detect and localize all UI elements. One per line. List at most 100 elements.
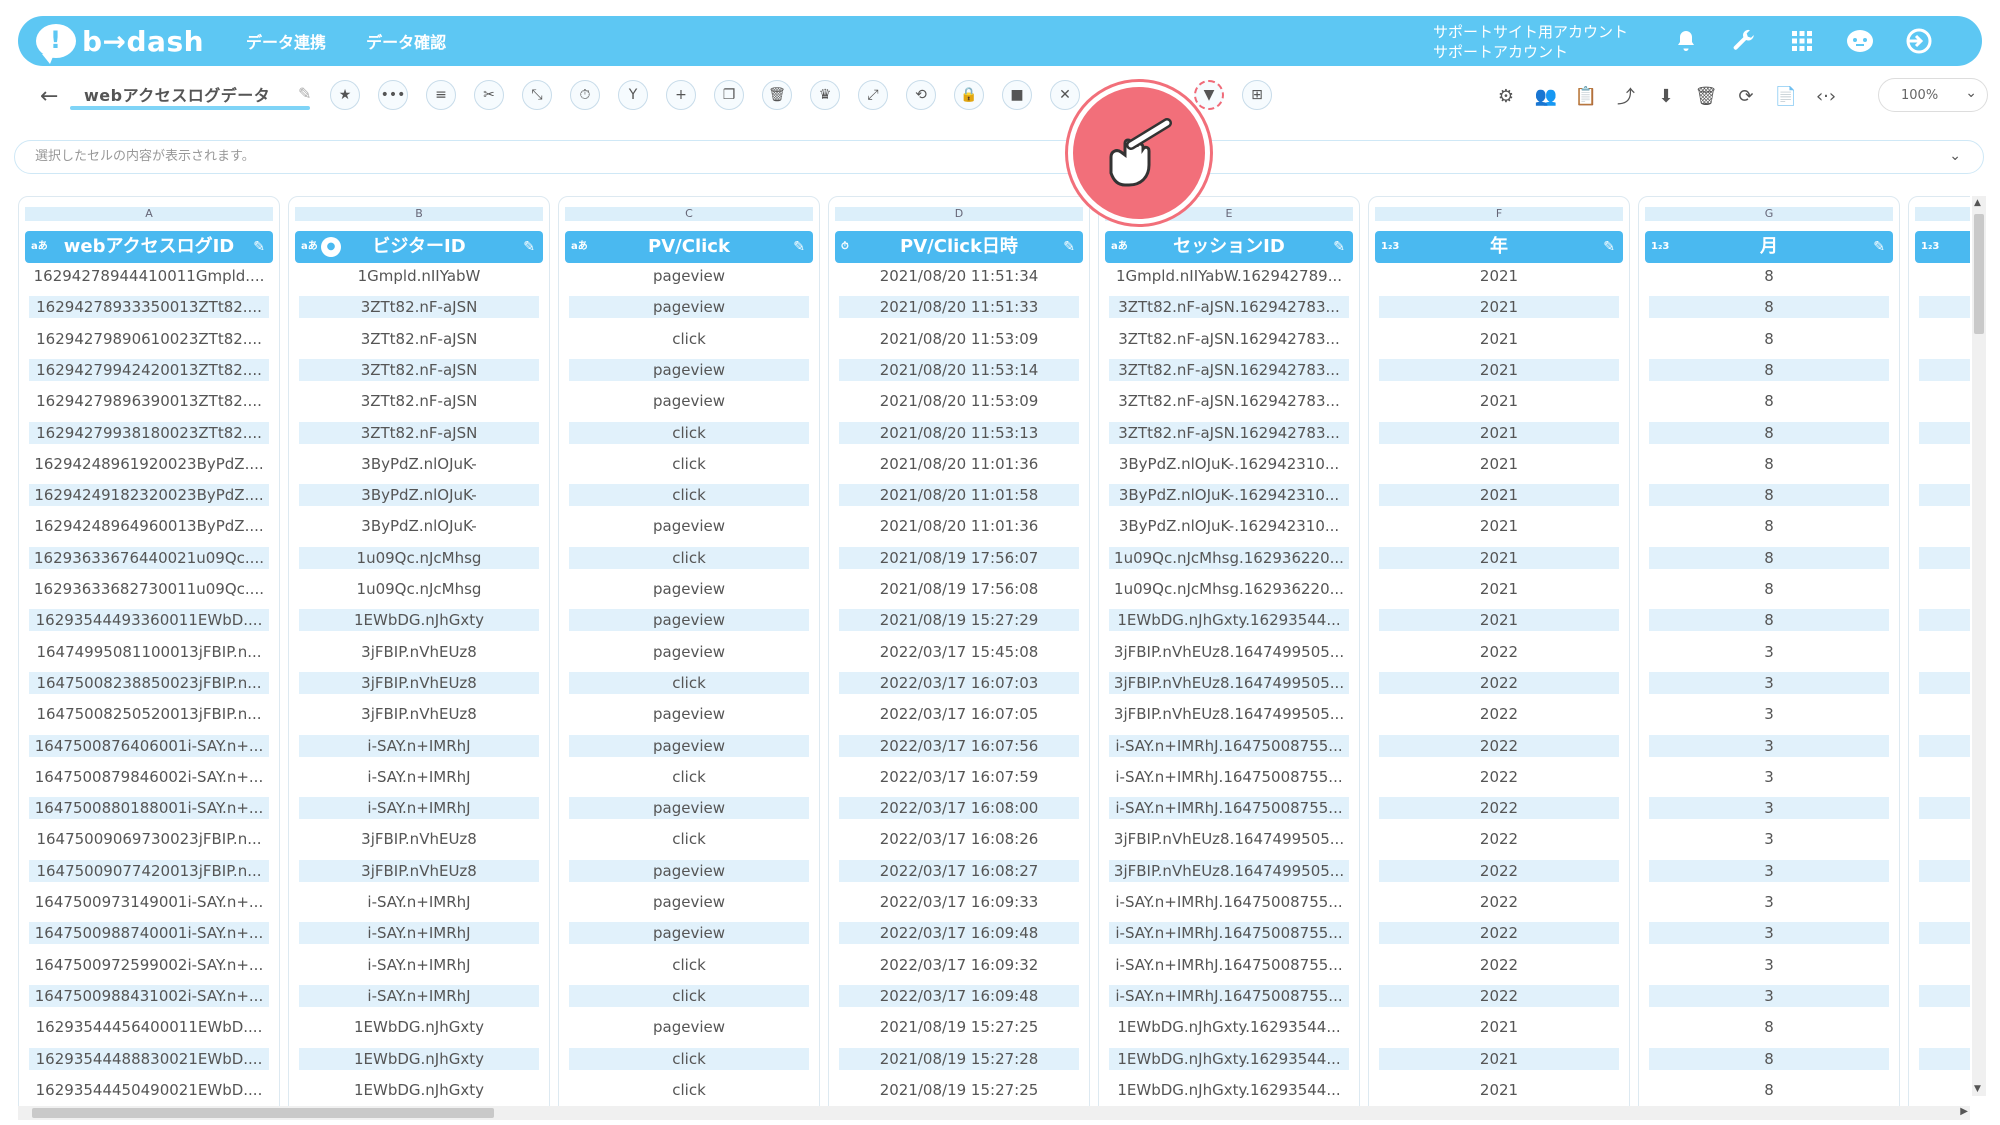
scroll-down-icon[interactable]: ▼ <box>1974 1084 1981 1094</box>
table-cell[interactable]: 1u09Qc.nJcMhsg <box>299 578 539 600</box>
table-cell[interactable]: click <box>569 671 809 694</box>
table-cell[interactable]: pageview <box>569 265 809 287</box>
table-cell[interactable]: 2021 <box>1379 328 1619 350</box>
table-cell[interactable]: 2022 <box>1379 859 1619 882</box>
vertical-scroll-thumb[interactable] <box>1974 214 1984 334</box>
table-cell[interactable]: click <box>569 421 809 444</box>
table-cell[interactable]: i-SAY.n+IMRhJ.16475008755... <box>1109 797 1349 820</box>
table-cell[interactable]: click <box>569 1047 809 1070</box>
edit-column-pencil-icon[interactable]: ✎ <box>1333 231 1345 263</box>
table-cell[interactable]: 3 <box>1649 641 1889 663</box>
table-cell[interactable]: i-SAY.n+IMRhJ <box>299 922 539 945</box>
table-cell[interactable]: click <box>569 984 809 1007</box>
table-cell[interactable]: i-SAY.n+IMRhJ <box>299 766 539 788</box>
table-cell[interactable]: 2022/03/17 16:07:59 <box>839 766 1079 788</box>
column-letter[interactable]: D <box>835 207 1083 221</box>
table-cell[interactable]: i-SAY.n+IMRhJ.16475008755... <box>1109 954 1349 976</box>
copy-icon[interactable]: ❐ <box>714 80 744 110</box>
table-cell[interactable]: 2021 <box>1379 358 1619 381</box>
edit-column-pencil-icon[interactable]: ✎ <box>253 231 265 263</box>
table-cell[interactable]: 2021 <box>1379 515 1619 537</box>
table-cell[interactable]: 2021 <box>1379 546 1619 569</box>
table-cell[interactable]: 1EWbDG.nJhGxty.16293544... <box>1109 1047 1349 1070</box>
crown-icon[interactable]: ♛ <box>810 80 840 110</box>
add-icon[interactable]: + <box>666 80 696 110</box>
table-cell[interactable]: click <box>569 766 809 788</box>
table-cell[interactable]: 1u09Qc.nJcMhsg <box>299 546 539 569</box>
table-cell[interactable]: 3jFBIP.nVhEUz8 <box>299 671 539 694</box>
table-cell[interactable]: pageview <box>569 703 809 725</box>
table-cell[interactable]: 2022/03/17 16:09:32 <box>839 954 1079 976</box>
column-letter[interactable]: C <box>565 207 813 221</box>
column-letter[interactable]: G <box>1645 207 1893 221</box>
table-cell[interactable]: 2022 <box>1379 766 1619 788</box>
table-cell[interactable] <box>1919 891 1970 913</box>
table-cell[interactable]: 8 <box>1649 358 1889 381</box>
table-cell[interactable]: pageview <box>569 515 809 537</box>
table-cell[interactable] <box>1919 265 1970 287</box>
table-cell[interactable]: i-SAY.n+IMRhJ <box>299 891 539 913</box>
table-cell[interactable]: 2022 <box>1379 734 1619 757</box>
table-cell[interactable]: 2021/08/19 15:27:25 <box>839 1016 1079 1038</box>
table-cell[interactable]: pageview <box>569 734 809 757</box>
table-cell[interactable]: 3ByPdZ.nlOJuK- <box>299 453 539 475</box>
table-cell[interactable]: 16293544488830021EWbD.... <box>29 1047 269 1070</box>
nav-data-integration[interactable]: データ連携 <box>246 29 326 53</box>
table-cell[interactable]: 16294248964960013ByPdZ.... <box>29 515 269 537</box>
table-cell[interactable]: click <box>569 828 809 850</box>
table-cell[interactable]: 3jFBIP.nVhEUz8 <box>299 703 539 725</box>
table-cell[interactable]: 1647500880188001i-SAY.n+... <box>29 797 269 820</box>
table-cell[interactable]: 8 <box>1649 1016 1889 1038</box>
table-cell[interactable]: 1EWbDG.nJhGxty.16293544... <box>1109 1079 1349 1101</box>
table-cell[interactable]: 3ZTt82.nF-aJSN <box>299 296 539 319</box>
table-cell[interactable] <box>1919 797 1970 820</box>
column-header[interactable]: 1₂3 月 ✎ <box>1645 231 1893 263</box>
table-cell[interactable]: 2022/03/17 16:08:27 <box>839 859 1079 882</box>
table-cell[interactable]: 16293544456400011EWbD.... <box>29 1016 269 1038</box>
table-cell[interactable]: 3jFBIP.nVhEUz8.1647499505... <box>1109 703 1349 725</box>
table-cell[interactable]: pageview <box>569 296 809 319</box>
table-cell[interactable]: 2021/08/20 11:01:36 <box>839 515 1079 537</box>
table-cell[interactable]: 2021 <box>1379 609 1619 632</box>
table-cell[interactable]: 16293544450490021EWbD.... <box>29 1079 269 1101</box>
share-icon[interactable]: ⤴ <box>1612 82 1640 110</box>
table-cell[interactable]: 2022/03/17 16:09:33 <box>839 891 1079 913</box>
table-cell[interactable] <box>1919 453 1970 475</box>
table-cell[interactable]: 2022 <box>1379 922 1619 945</box>
table-cell[interactable]: 16294279896390013ZTt82.... <box>29 390 269 412</box>
table-cell[interactable]: 2022/03/17 16:08:00 <box>839 797 1079 820</box>
table-cell[interactable]: 8 <box>1649 515 1889 537</box>
box-icon[interactable]: ■ <box>1002 80 1032 110</box>
delete-icon[interactable]: 🗑 <box>1692 82 1720 110</box>
table-cell[interactable]: 16294279938180023ZTt82.... <box>29 421 269 444</box>
table-cell[interactable]: 8 <box>1649 421 1889 444</box>
table-cell[interactable]: 8 <box>1649 484 1889 507</box>
file-icon[interactable]: 📄 <box>1772 82 1800 110</box>
table-cell[interactable]: 8 <box>1649 265 1889 287</box>
table-cell[interactable]: 3jFBIP.nVhEUz8.1647499505... <box>1109 671 1349 694</box>
table-cell[interactable]: i-SAY.n+IMRhJ <box>299 984 539 1007</box>
table-cell[interactable]: 1u09Qc.nJcMhsg.162936220... <box>1109 578 1349 600</box>
clipboard-icon[interactable]: 📋 <box>1572 82 1600 110</box>
compress-icon[interactable]: ⤡ <box>522 80 552 110</box>
table-cell[interactable] <box>1919 954 1970 976</box>
table-cell[interactable]: click <box>569 954 809 976</box>
users-icon[interactable]: 👥 <box>1532 82 1560 110</box>
table-cell[interactable]: 3 <box>1649 766 1889 788</box>
table-cell[interactable]: 16475008250520013jFBIP.n... <box>29 703 269 725</box>
table-cell[interactable]: 2021/08/19 15:27:28 <box>839 1047 1079 1070</box>
table-cell[interactable]: 1EWbDG.nJhGxty.16293544... <box>1109 1016 1349 1038</box>
table-cell[interactable]: 2021/08/20 11:53:13 <box>839 421 1079 444</box>
table-cell[interactable]: 2021 <box>1379 1047 1619 1070</box>
column-header[interactable]: 1₂3 年 ✎ <box>1375 231 1623 263</box>
table-cell[interactable]: 3 <box>1649 984 1889 1007</box>
merge-icon[interactable]: Y <box>618 80 648 110</box>
table-cell[interactable]: 2021/08/20 11:53:09 <box>839 390 1079 412</box>
table-cell[interactable]: 3ByPdZ.nlOJuK-.162942310... <box>1109 515 1349 537</box>
table-cell[interactable]: 3jFBIP.nVhEUz8.1647499505... <box>1109 859 1349 882</box>
table-cell[interactable]: 3 <box>1649 734 1889 757</box>
table-cell[interactable]: 8 <box>1649 546 1889 569</box>
table-cell[interactable]: 2022/03/17 16:09:48 <box>839 984 1079 1007</box>
table-cell[interactable]: 3 <box>1649 671 1889 694</box>
table-cell[interactable]: 1EWbDG.nJhGxty <box>299 1016 539 1038</box>
